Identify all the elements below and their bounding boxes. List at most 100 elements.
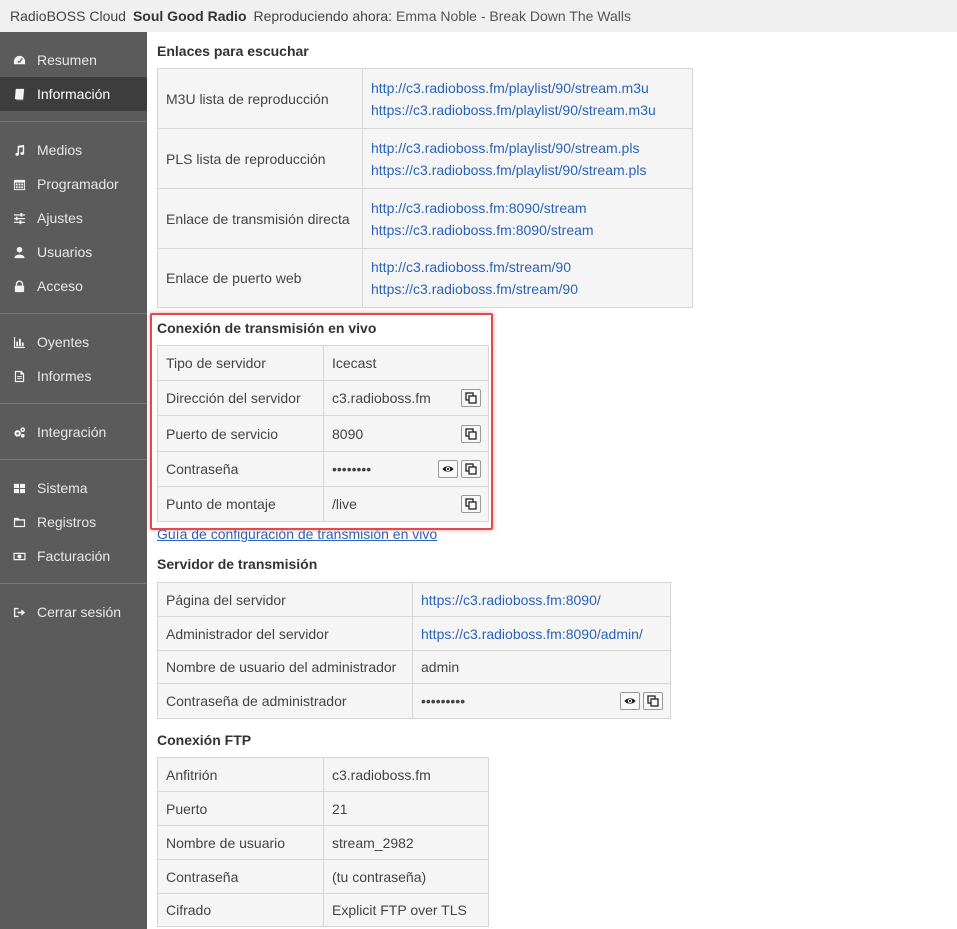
- sidebar-item-medios[interactable]: Medios: [0, 133, 147, 167]
- sidebar-item-registros[interactable]: Registros: [0, 505, 147, 539]
- copy-admin-password-button[interactable]: [643, 692, 663, 710]
- row-label: PLS lista de reproducción: [157, 128, 363, 189]
- table-row: M3U lista de reproducción http://c3.radi…: [157, 68, 693, 129]
- table-row: Enlace de transmisión directa http://c3.…: [157, 188, 693, 249]
- table-row: Contraseña (tu contraseña): [157, 859, 489, 894]
- server-admin-link[interactable]: https://c3.radioboss.fm:8090/admin/: [421, 623, 662, 645]
- ftp-table: Anfitrión c3.radioboss.fm Puerto 21 Nomb…: [157, 757, 489, 927]
- highlight-box: [150, 313, 493, 530]
- lock-icon: [12, 279, 26, 293]
- sidebar-item-cerrar-sesion[interactable]: Cerrar sesión: [0, 595, 147, 629]
- row-label: Cifrado: [157, 893, 324, 927]
- calendar-icon: [12, 177, 26, 191]
- now-playing-track: Emma Noble - Break Down The Walls: [396, 8, 632, 24]
- sidebar-item-label: Resumen: [37, 52, 97, 68]
- sidebar-divider: [0, 459, 147, 460]
- row-label: Puerto: [157, 791, 324, 826]
- row-label: Página del servidor: [157, 582, 413, 617]
- sidebar: Resumen Información Medios Programador A…: [0, 32, 147, 929]
- web-port-http-link[interactable]: http://c3.radioboss.fm/stream/90: [371, 256, 684, 278]
- section-title-ftp: Conexión FTP: [157, 732, 252, 748]
- direct-stream-https-link[interactable]: https://c3.radioboss.fm:8090/stream: [371, 219, 684, 241]
- sidebar-divider: [0, 583, 147, 584]
- book-icon: [12, 87, 26, 101]
- app-name: RadioBOSS Cloud: [10, 8, 126, 24]
- section-title-streaming-server: Servidor de transmisión: [157, 556, 318, 572]
- server-page-link[interactable]: https://c3.radioboss.fm:8090/: [421, 589, 662, 611]
- copy-icon: [647, 695, 659, 707]
- sidebar-item-label: Usuarios: [37, 244, 93, 260]
- now-playing-label: Reproduciendo ahora:: [253, 8, 393, 24]
- table-row: Enlace de puerto web http://c3.radioboss…: [157, 248, 693, 308]
- row-label: Enlace de puerto web: [157, 248, 363, 308]
- sidebar-item-label: Facturación: [37, 548, 111, 564]
- sidebar-item-ajustes[interactable]: Ajustes: [0, 201, 147, 235]
- ftp-port-value: 21: [323, 791, 489, 826]
- user-icon: [12, 245, 26, 259]
- admin-username-value: admin: [412, 650, 671, 684]
- ftp-password-value: (tu contraseña): [323, 859, 489, 894]
- m3u-http-link[interactable]: http://c3.radioboss.fm/playlist/90/strea…: [371, 77, 684, 99]
- sidebar-item-integracion[interactable]: Integración: [0, 415, 147, 449]
- sidebar-item-label: Cerrar sesión: [37, 604, 122, 620]
- sidebar-item-programador[interactable]: Programador: [0, 167, 147, 201]
- eye-icon: [624, 695, 636, 707]
- sidebar-item-usuarios[interactable]: Usuarios: [0, 235, 147, 269]
- sidebar-divider: [0, 403, 147, 404]
- bar-chart-icon: [12, 335, 26, 349]
- sidebar-item-label: Medios: [37, 142, 83, 158]
- ftp-encryption-value: Explicit FTP over TLS: [323, 893, 489, 927]
- sidebar-divider: [0, 313, 147, 314]
- ftp-host-value: c3.radioboss.fm: [323, 757, 489, 792]
- document-icon: [12, 369, 26, 383]
- row-label: Nombre de usuario: [157, 825, 324, 860]
- sidebar-item-label: Oyentes: [37, 334, 90, 350]
- pls-https-link[interactable]: https://c3.radioboss.fm/playlist/90/stre…: [371, 159, 684, 181]
- sidebar-item-label: Sistema: [37, 480, 88, 496]
- sidebar-item-informes[interactable]: Informes: [0, 359, 147, 393]
- music-icon: [12, 143, 26, 157]
- sidebar-item-label: Programador: [37, 176, 119, 192]
- sign-out-icon: [12, 605, 26, 619]
- sidebar-item-informacion[interactable]: Información: [0, 77, 147, 111]
- admin-password-value: •••••••••: [421, 693, 466, 709]
- row-label: Nombre de usuario del administrador: [157, 650, 413, 684]
- top-bar: RadioBOSS Cloud Soul Good Radio Reproduc…: [0, 0, 957, 32]
- streaming-server-table: Página del servidor https://c3.radioboss…: [157, 582, 671, 719]
- sidebar-item-oyentes[interactable]: Oyentes: [0, 325, 147, 359]
- listen-links-table: M3U lista de reproducción http://c3.radi…: [157, 68, 693, 308]
- sidebar-item-resumen[interactable]: Resumen: [0, 43, 147, 77]
- table-row: Página del servidor https://c3.radioboss…: [157, 582, 671, 617]
- ftp-username-value: stream_2982: [323, 825, 489, 860]
- sidebar-item-label: Informes: [37, 368, 92, 384]
- show-admin-password-button[interactable]: [620, 692, 640, 710]
- table-row: Nombre de usuario stream_2982: [157, 825, 489, 860]
- row-label: Anfitrión: [157, 757, 324, 792]
- row-label: Administrador del servidor: [157, 616, 413, 651]
- table-row: Cifrado Explicit FTP over TLS: [157, 893, 489, 927]
- sidebar-item-label: Acceso: [37, 278, 83, 294]
- dashboard-icon: [12, 53, 26, 67]
- pls-http-link[interactable]: http://c3.radioboss.fm/playlist/90/strea…: [371, 137, 684, 159]
- row-label: Enlace de transmisión directa: [157, 188, 363, 249]
- table-row: Administrador del servidor https://c3.ra…: [157, 616, 671, 651]
- sidebar-item-label: Integración: [37, 424, 107, 440]
- sidebar-item-sistema[interactable]: Sistema: [0, 471, 147, 505]
- m3u-https-link[interactable]: https://c3.radioboss.fm/playlist/90/stre…: [371, 99, 684, 121]
- money-icon: [12, 549, 26, 563]
- folder-icon: [12, 515, 26, 529]
- sidebar-item-facturacion[interactable]: Facturación: [0, 539, 147, 573]
- table-row: Contraseña de administrador •••••••••: [157, 683, 671, 719]
- row-label: Contraseña: [157, 859, 324, 894]
- section-title-listen-links: Enlaces para escuchar: [157, 43, 309, 59]
- sidebar-item-label: Información: [37, 86, 111, 102]
- web-port-https-link[interactable]: https://c3.radioboss.fm/stream/90: [371, 278, 684, 300]
- grid-icon: [12, 481, 26, 495]
- sidebar-divider: [0, 121, 147, 122]
- row-label: Contraseña de administrador: [157, 683, 413, 719]
- sidebar-item-acceso[interactable]: Acceso: [0, 269, 147, 303]
- direct-stream-http-link[interactable]: http://c3.radioboss.fm:8090/stream: [371, 197, 684, 219]
- sliders-icon: [12, 211, 26, 225]
- row-label: M3U lista de reproducción: [157, 68, 363, 129]
- cogs-icon: [12, 425, 26, 439]
